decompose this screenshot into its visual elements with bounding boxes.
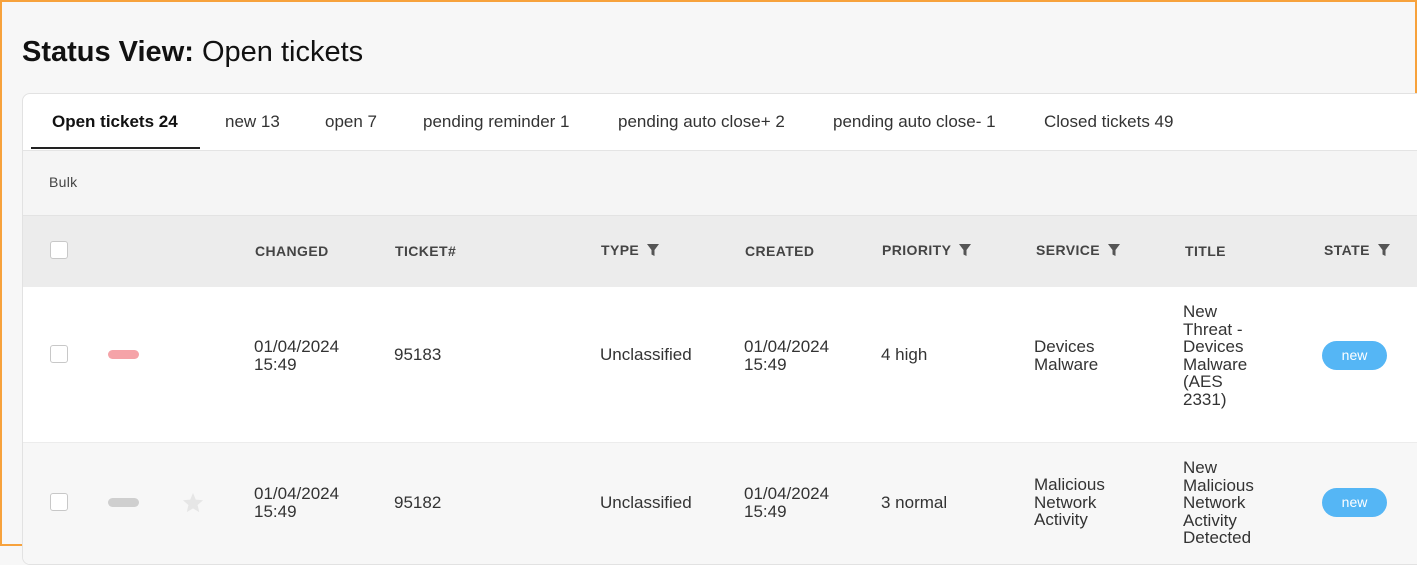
- created-time: 15:49: [744, 354, 787, 374]
- changed-date: 01/04/2024: [254, 484, 340, 503]
- tab-open-tickets[interactable]: Open tickets 24: [52, 112, 178, 132]
- changed-time: 15:49: [254, 501, 297, 521]
- table-header: CHANGED TICKET# TYPE CREATED PRIORITY SE…: [23, 215, 1417, 288]
- state-badge: new: [1322, 488, 1387, 517]
- table-row[interactable]: 01/04/2024 15:49 95183 Unclassified 01/04…: [23, 287, 1417, 443]
- ticket-panel: Open tickets 24 new 13 open 7 pending re…: [22, 93, 1417, 565]
- changed-cell: 01/04/2024 15:49: [254, 338, 339, 373]
- ticket-number[interactable]: 95182: [394, 494, 441, 512]
- status-tabs: Open tickets 24 new 13 open 7 pending re…: [23, 94, 1417, 151]
- created-date: 01/04/2024: [744, 484, 830, 503]
- type-filter-icon[interactable]: [647, 244, 660, 256]
- service-line: Network: [1034, 492, 1097, 512]
- column-changed[interactable]: CHANGED: [255, 243, 329, 259]
- page-title-prefix: Status View:: [22, 36, 194, 68]
- created-date: 01/04/2024: [744, 337, 830, 356]
- column-service[interactable]: SERVICE: [1036, 242, 1121, 258]
- title-line: Detected: [1183, 528, 1252, 547]
- tab-pending-auto-close-minus[interactable]: pending auto close- 1: [833, 112, 996, 132]
- priority-indicator: [108, 350, 139, 359]
- row-checkbox[interactable]: [50, 345, 68, 363]
- column-ticket[interactable]: TICKET#: [395, 243, 456, 259]
- type-cell: Unclassified: [600, 493, 692, 512]
- column-created[interactable]: CREATED: [745, 243, 814, 259]
- column-state-label: STATE: [1324, 242, 1370, 258]
- created-cell: 01/04/2024 15:49: [744, 485, 829, 520]
- select-all-checkbox[interactable]: [50, 241, 68, 259]
- title-line: 2331): [1183, 389, 1227, 409]
- changed-date: 01/04/2024: [254, 337, 340, 356]
- state-badge: new: [1322, 341, 1387, 370]
- column-priority[interactable]: PRIORITY: [882, 242, 972, 258]
- page-title-view: Open tickets: [201, 36, 364, 68]
- active-tab-indicator: [31, 147, 200, 149]
- priority-cell: 4 high: [881, 345, 928, 364]
- title-line: Devices: [1183, 337, 1244, 356]
- priority-cell: 3 normal: [881, 493, 948, 512]
- tab-pending-reminder[interactable]: pending reminder 1: [423, 112, 569, 132]
- row-checkbox[interactable]: [50, 493, 68, 511]
- column-type-label: TYPE: [601, 242, 640, 258]
- changed-time: 15:49: [254, 354, 297, 374]
- priority-indicator: [108, 498, 139, 507]
- created-time: 15:49: [744, 501, 787, 521]
- title-line: Malware: [1183, 354, 1248, 374]
- title-cell[interactable]: New Threat - Devices Malware (AES 2331): [1183, 303, 1247, 408]
- service-cell: Malicious Network Activity: [1034, 476, 1105, 529]
- service-filter-icon[interactable]: [1108, 244, 1121, 256]
- tab-open[interactable]: open 7: [325, 112, 377, 132]
- service-line: Devices: [1034, 337, 1095, 356]
- ticket-number[interactable]: 95183: [394, 346, 441, 364]
- page-title: Status View: Open tickets: [22, 36, 363, 69]
- title-line: (AES: [1183, 372, 1223, 391]
- column-priority-label: PRIORITY: [882, 242, 952, 258]
- title-line: Activity: [1183, 510, 1237, 530]
- title-line: Threat -: [1183, 319, 1243, 339]
- table-row[interactable]: 01/04/2024 15:49 95182 Unclassified 01/04…: [23, 443, 1417, 564]
- tab-pending-auto-close-plus[interactable]: pending auto close+ 2: [618, 112, 785, 132]
- column-title[interactable]: TITLE: [1185, 243, 1226, 259]
- service-line: Malware: [1034, 354, 1099, 374]
- changed-cell: 01/04/2024 15:49: [254, 485, 339, 520]
- title-cell[interactable]: New Malicious Network Activity Detected: [1183, 459, 1254, 547]
- star-icon[interactable]: [182, 492, 204, 513]
- tab-closed-tickets[interactable]: Closed tickets 49: [1044, 112, 1173, 132]
- title-line: Malicious: [1183, 475, 1254, 495]
- bulk-toolbar: Bulk: [23, 151, 1417, 215]
- title-line: New: [1183, 302, 1218, 321]
- service-line: Malicious: [1034, 475, 1105, 494]
- created-cell: 01/04/2024 15:49: [744, 338, 829, 373]
- column-service-label: SERVICE: [1036, 242, 1101, 258]
- service-cell: Devices Malware: [1034, 338, 1098, 373]
- tab-new[interactable]: new 13: [225, 112, 280, 132]
- type-cell: Unclassified: [600, 345, 692, 364]
- bulk-button[interactable]: Bulk: [49, 174, 77, 190]
- state-filter-icon[interactable]: [1377, 244, 1390, 256]
- title-line: New: [1183, 458, 1218, 477]
- column-type[interactable]: TYPE: [601, 242, 660, 258]
- column-state[interactable]: STATE: [1324, 242, 1390, 258]
- priority-filter-icon[interactable]: [959, 244, 972, 256]
- title-line: Network: [1183, 493, 1246, 512]
- service-line: Activity: [1034, 510, 1088, 529]
